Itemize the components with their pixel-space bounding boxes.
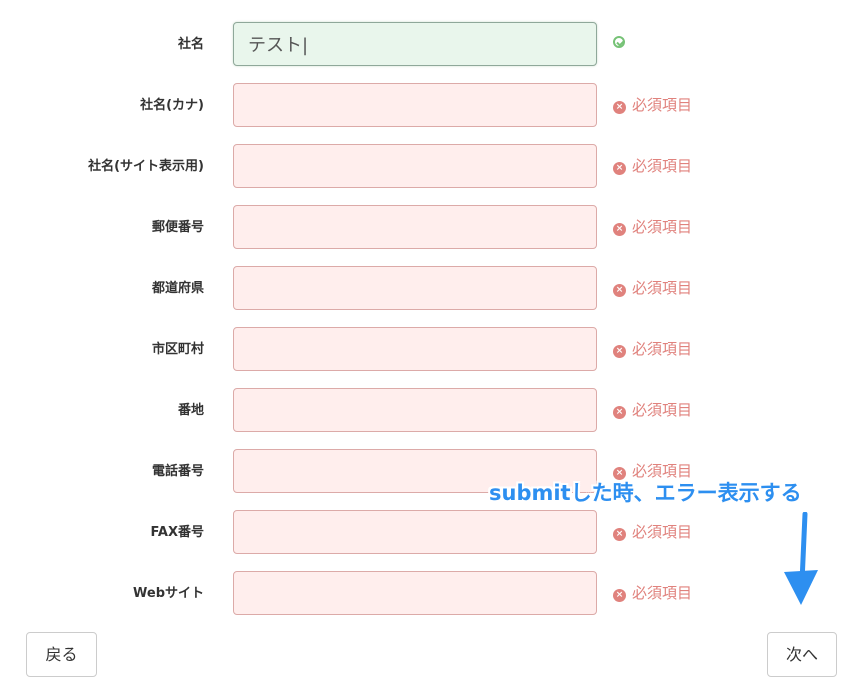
company-display-name-input[interactable] [233, 144, 597, 188]
status-error: × 必須項目 [613, 327, 692, 373]
form-row-street-address: 番地 × 必須項目 [0, 388, 862, 434]
annotation-callout: submitした時、エラー表示する [489, 481, 802, 505]
street-address-input[interactable] [233, 388, 597, 432]
website-input[interactable] [233, 571, 597, 615]
field-label: Webサイト [133, 586, 204, 601]
field-label: 社名 [177, 37, 204, 52]
x-circle-icon: × [613, 284, 626, 297]
back-button[interactable]: 戻る [26, 632, 97, 677]
status-error: × 必須項目 [613, 205, 692, 251]
x-circle-icon: × [613, 162, 626, 175]
field-label: FAX番号 [150, 525, 204, 540]
field-label: 郵便番号 [151, 220, 204, 235]
field-label: 社名(サイト表示用) [88, 159, 204, 174]
next-button[interactable]: 次へ [767, 632, 837, 677]
error-message: 必須項目 [632, 401, 693, 419]
error-message: 必須項目 [632, 523, 693, 541]
status-error: × 必須項目 [613, 510, 692, 556]
error-message: 必須項目 [632, 340, 693, 358]
down-arrow-icon [784, 512, 818, 605]
company-name-kana-input[interactable] [233, 83, 597, 127]
x-circle-icon: × [613, 101, 626, 114]
field-label: 市区町村 [151, 342, 204, 357]
status-valid [613, 22, 625, 68]
error-message: 必須項目 [632, 218, 693, 236]
form-row-postal-code: 郵便番号 × 必須項目 [0, 205, 862, 251]
error-message: 必須項目 [632, 157, 693, 175]
field-label: 社名(カナ) [140, 98, 204, 113]
error-message: 必須項目 [632, 96, 693, 114]
field-label: 電話番号 [151, 464, 204, 479]
status-error: × 必須項目 [613, 83, 692, 129]
check-circle-icon [613, 36, 625, 48]
form-row-company-display-name: 社名(サイト表示用) × 必須項目 [0, 144, 862, 190]
field-label: 番地 [177, 403, 204, 418]
company-name-input[interactable] [233, 22, 597, 66]
prefecture-input[interactable] [233, 266, 597, 310]
x-circle-icon: × [613, 406, 626, 419]
error-message: 必須項目 [632, 279, 693, 297]
error-message: 必須項目 [632, 584, 693, 602]
status-error: × 必須項目 [613, 388, 692, 434]
postal-code-input[interactable] [233, 205, 597, 249]
x-circle-icon: × [613, 223, 626, 236]
x-circle-icon: × [613, 345, 626, 358]
status-error: × 必須項目 [613, 571, 692, 617]
status-error: × 必須項目 [613, 266, 692, 312]
status-error: × 必須項目 [613, 144, 692, 190]
form-row-company-name-kana: 社名(カナ) × 必須項目 [0, 83, 862, 129]
form-row-company-name: 社名 [0, 22, 862, 68]
form-row-city: 市区町村 × 必須項目 [0, 327, 862, 373]
form-row-website: Webサイト × 必須項目 [0, 571, 862, 617]
form-row-fax: FAX番号 × 必須項目 [0, 510, 862, 556]
fax-input[interactable] [233, 510, 597, 554]
x-circle-icon: × [613, 589, 626, 602]
city-input[interactable] [233, 327, 597, 371]
form-row-prefecture: 都道府県 × 必須項目 [0, 266, 862, 312]
x-circle-icon: × [613, 528, 626, 541]
field-label: 都道府県 [151, 281, 204, 296]
